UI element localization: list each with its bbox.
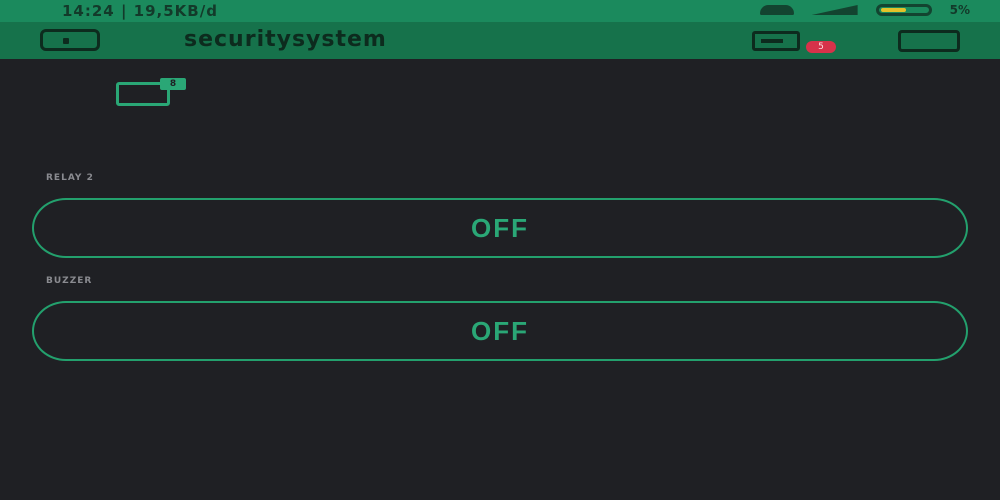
menu-button[interactable] bbox=[898, 30, 960, 52]
app-bar: securitysystem 5 bbox=[0, 22, 1000, 59]
signal-icon bbox=[811, 5, 858, 15]
back-button[interactable] bbox=[40, 29, 100, 51]
battery-icon bbox=[875, 4, 932, 16]
status-time: 14:24 | 19,5KB/d bbox=[62, 2, 218, 20]
battery-fill bbox=[880, 8, 906, 12]
page-title: securitysystem bbox=[184, 27, 387, 52]
buzzer-label: BUZZER bbox=[46, 276, 93, 286]
back-icon bbox=[63, 38, 69, 44]
relay-2-label: RELAY 2 bbox=[46, 173, 94, 183]
devices-button[interactable] bbox=[752, 31, 800, 51]
battery-percent: 5% bbox=[949, 3, 970, 17]
status-icons: 5% bbox=[759, 3, 970, 17]
wifi-icon bbox=[759, 5, 794, 15]
relay-2-switch[interactable]: OFF bbox=[32, 198, 968, 258]
device-status-widget[interactable]: 8 bbox=[116, 78, 188, 108]
notification-badge: 5 bbox=[806, 41, 836, 53]
buzzer-switch[interactable]: OFF bbox=[32, 301, 968, 361]
device-icon bbox=[761, 39, 783, 43]
status-bar: 14:24 | 19,5KB/d 5% bbox=[0, 0, 1000, 22]
device-tag: 8 bbox=[160, 78, 186, 90]
